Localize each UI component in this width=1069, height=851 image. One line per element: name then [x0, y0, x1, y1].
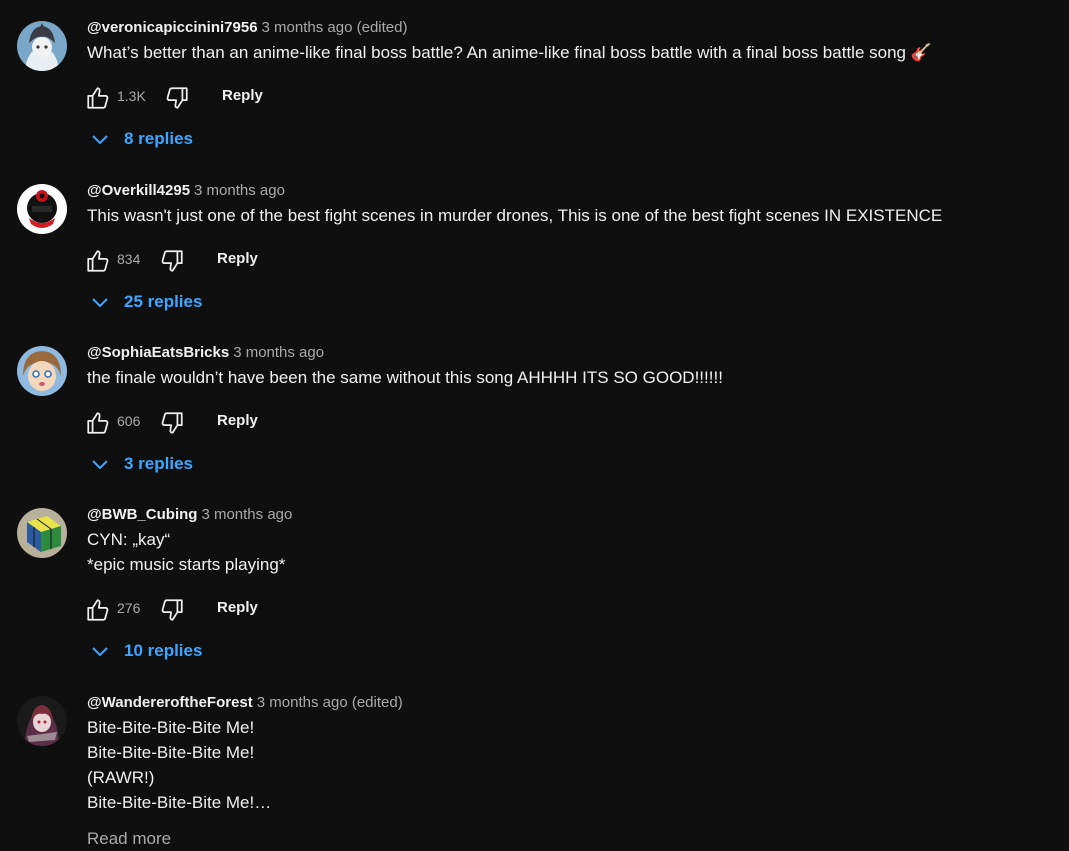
comment-timestamp[interactable]: 3 months ago	[194, 182, 285, 199]
replies-label: 3 replies	[124, 454, 193, 473]
avatar[interactable]	[17, 346, 67, 396]
reply-button[interactable]: Reply	[222, 87, 263, 104]
like-count: 276	[117, 600, 141, 616]
dislike-button[interactable]	[164, 85, 190, 111]
comment-text: This wasn't just one of the best fight s…	[87, 206, 943, 225]
chevron-down-icon	[92, 460, 108, 470]
avatar[interactable]	[17, 184, 67, 234]
chevron-down-icon	[92, 298, 108, 308]
like-button[interactable]	[85, 597, 111, 623]
dislike-button[interactable]	[159, 248, 185, 274]
like-count: 1.3K	[117, 88, 146, 104]
comment-text: the finale wouldn’t have been the same w…	[87, 368, 723, 387]
read-more-button[interactable]: Read more	[87, 829, 171, 849]
comment-author[interactable]: @veronicapiccinini7956	[87, 19, 258, 36]
chevron-down-icon	[92, 135, 108, 145]
replies-label: 8 replies	[124, 129, 193, 148]
reply-button[interactable]: Reply	[217, 599, 258, 616]
like-count: 834	[117, 251, 141, 267]
avatar[interactable]	[17, 21, 67, 71]
like-button[interactable]	[85, 410, 111, 436]
thumbs-up-icon	[87, 87, 109, 109]
dislike-button[interactable]	[159, 410, 185, 436]
comment-timestamp[interactable]: 3 months ago	[233, 344, 324, 361]
avatar[interactable]	[17, 696, 67, 746]
comment-author[interactable]: @SophiaEatsBricks	[87, 344, 229, 361]
like-button[interactable]	[85, 248, 111, 274]
comment-author[interactable]: @BWB_Cubing	[87, 506, 197, 523]
reply-button[interactable]: Reply	[217, 250, 258, 267]
comment-text: Bite-Bite-Bite-Bite Me! Bite-Bite-Bite-B…	[87, 718, 272, 812]
dislike-button[interactable]	[159, 597, 185, 623]
thumbs-down-icon	[161, 599, 183, 621]
replies-label: 10 replies	[124, 641, 203, 660]
comment-timestamp[interactable]: 3 months ago (edited)	[262, 19, 408, 36]
comment-text: CYN: „kay“ *epic music starts playing*	[87, 530, 286, 574]
comment-text: What’s better than an anime-like final b…	[87, 43, 932, 62]
thumbs-up-icon	[87, 599, 109, 621]
comment-timestamp[interactable]: 3 months ago (edited)	[257, 694, 403, 711]
reply-button[interactable]: Reply	[217, 412, 258, 429]
chevron-down-icon	[92, 647, 108, 657]
thumbs-up-icon	[87, 250, 109, 272]
thumbs-up-icon	[87, 412, 109, 434]
like-count: 606	[117, 413, 141, 429]
thumbs-down-icon	[161, 250, 183, 272]
comment-author[interactable]: @WandereroftheForest	[87, 694, 253, 711]
replies-label: 25 replies	[124, 292, 203, 311]
thumbs-down-icon	[161, 412, 183, 434]
thumbs-down-icon	[166, 87, 188, 109]
like-button[interactable]	[85, 85, 111, 111]
comment-author[interactable]: @Overkill4295	[87, 182, 190, 199]
comment-timestamp[interactable]: 3 months ago	[201, 506, 292, 523]
avatar[interactable]	[17, 508, 67, 558]
